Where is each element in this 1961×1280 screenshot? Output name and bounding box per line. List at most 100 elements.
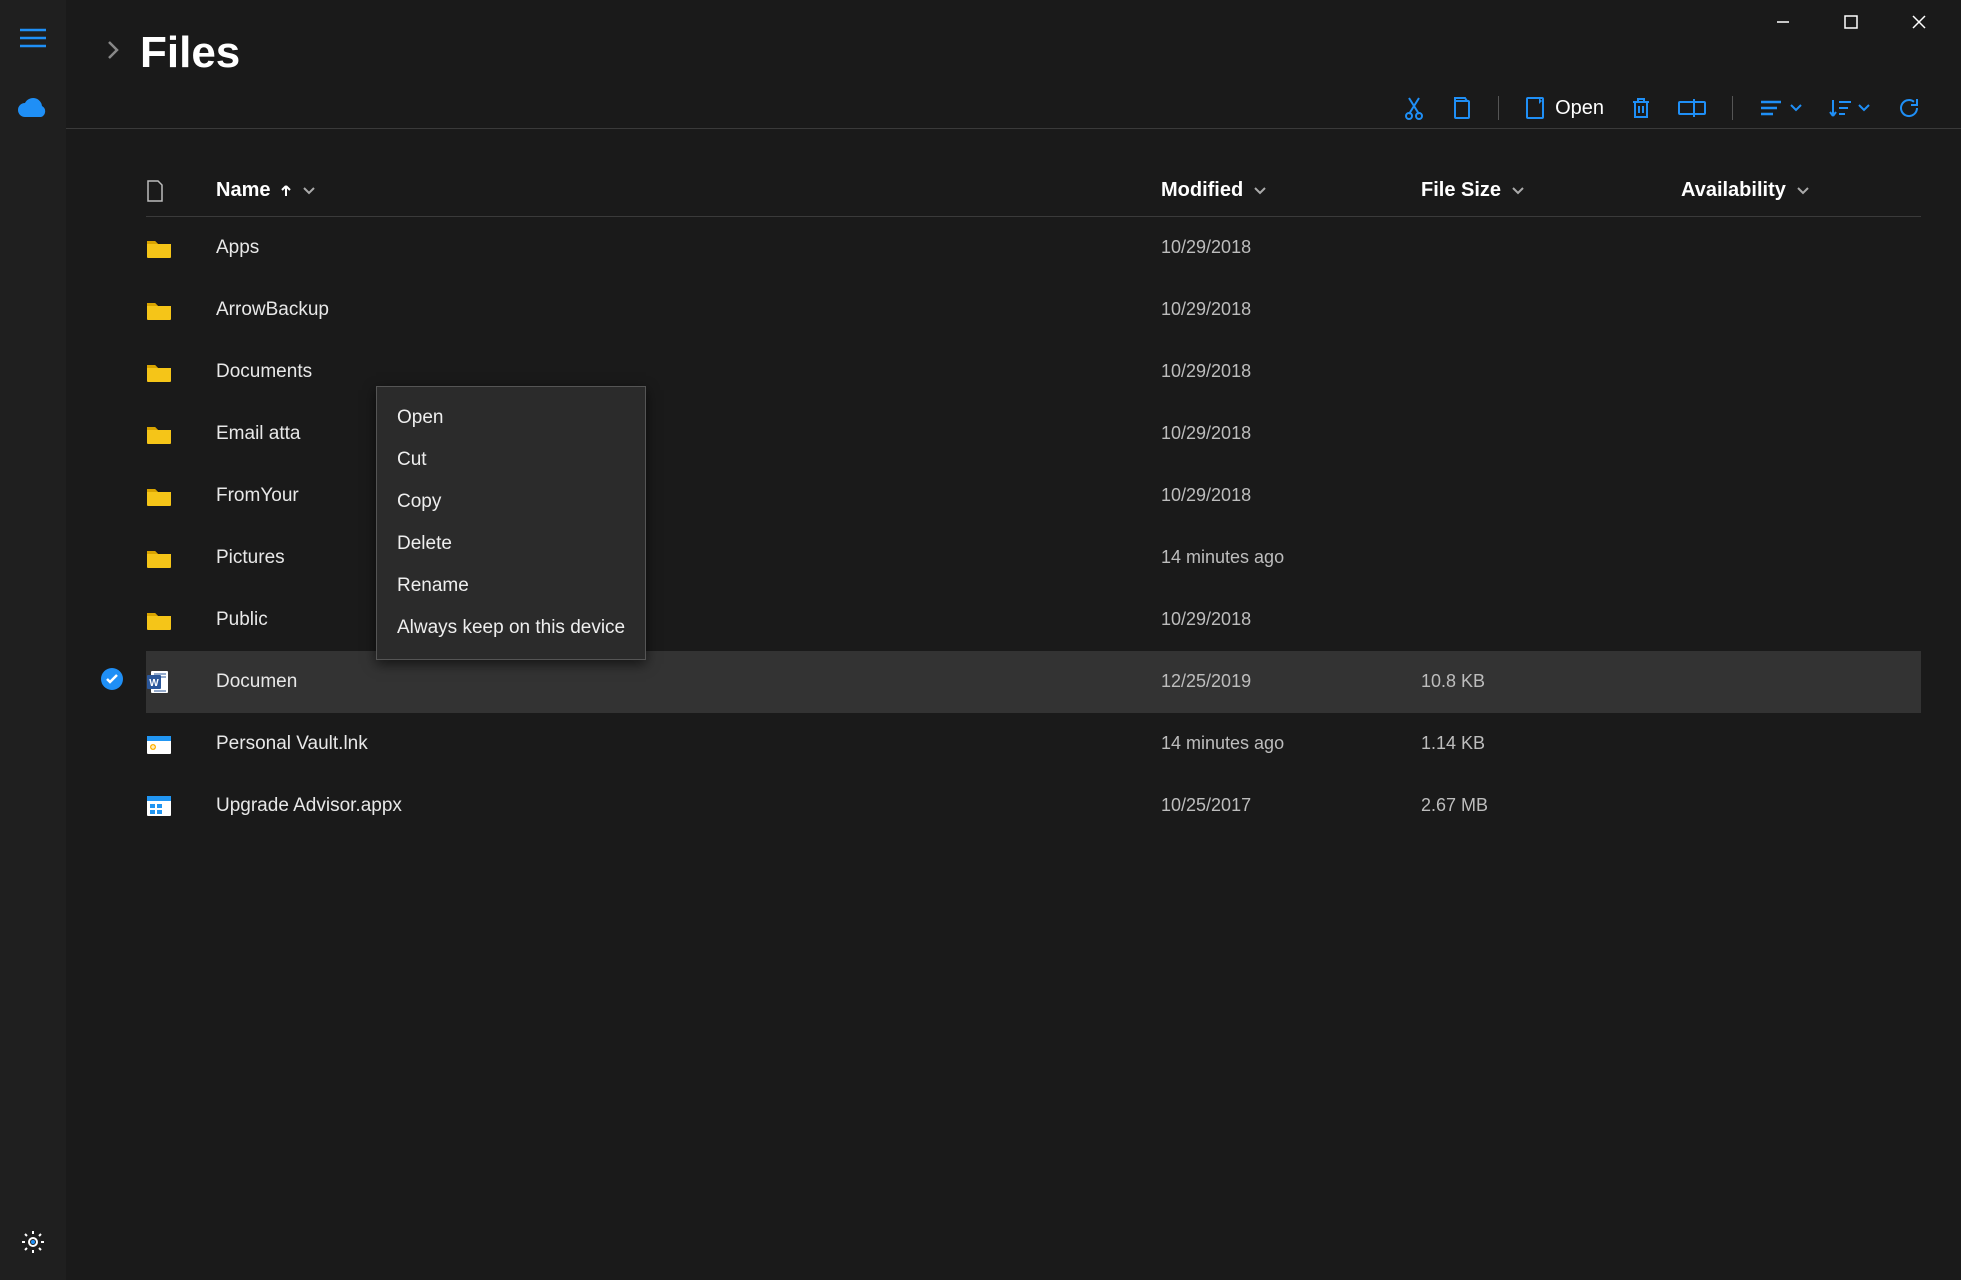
rename-button[interactable] <box>1678 98 1706 118</box>
row-name: Documen <box>216 671 1161 693</box>
chevron-down-icon <box>1789 103 1803 113</box>
icon-column-header[interactable] <box>146 180 216 202</box>
context-menu-open[interactable]: Open <box>377 397 645 439</box>
table-row[interactable]: WDocumen12/25/201910.8 KB <box>146 651 1921 713</box>
row-modified: 14 minutes ago <box>1161 547 1421 568</box>
row-modified: 10/29/2018 <box>1161 299 1421 320</box>
main-area: Files Open <box>66 0 1961 1280</box>
row-name: ArrowBackup <box>216 299 1161 321</box>
row-type-icon <box>146 361 216 383</box>
row-type-icon <box>146 547 216 569</box>
rename-icon <box>1678 98 1706 118</box>
toolbar: Open <box>66 96 1961 129</box>
app-root: Files Open <box>0 0 1961 1280</box>
row-type-icon <box>146 732 216 756</box>
minimize-icon <box>1776 15 1790 29</box>
close-icon <box>1912 15 1926 29</box>
row-type-icon <box>146 423 216 445</box>
context-menu: Open Cut Copy Delete Rename Always keep … <box>376 386 646 660</box>
row-name: Public <box>216 609 1161 631</box>
row-type-icon <box>146 237 216 259</box>
context-menu-copy[interactable]: Copy <box>377 481 645 523</box>
row-modified: 10/29/2018 <box>1161 237 1421 258</box>
copy-button[interactable] <box>1450 96 1472 120</box>
selected-check-icon <box>100 667 124 697</box>
context-menu-cut[interactable]: Cut <box>377 439 645 481</box>
view-options-dropdown[interactable] <box>1759 99 1803 117</box>
table-row[interactable]: Upgrade Advisor.appx10/25/20172.67 MB <box>146 775 1921 837</box>
refresh-icon <box>1897 96 1921 120</box>
file-list: Name Modified File Size Availability A <box>66 129 1961 1280</box>
chevron-down-icon <box>1511 186 1525 196</box>
hamburger-icon <box>20 28 46 48</box>
chevron-right-icon[interactable] <box>106 39 120 67</box>
row-modified: 14 minutes ago <box>1161 733 1421 754</box>
sort-asc-icon <box>280 184 292 198</box>
settings-button[interactable] <box>0 1218 66 1266</box>
chevron-down-icon <box>1796 186 1810 196</box>
maximize-button[interactable] <box>1833 8 1869 36</box>
row-name: Documents <box>216 361 1161 383</box>
toolbar-divider <box>1498 96 1499 120</box>
context-menu-rename[interactable]: Rename <box>377 565 645 607</box>
table-row[interactable]: ArrowBackup10/29/2018 <box>146 279 1921 341</box>
open-button-label: Open <box>1555 97 1604 120</box>
breadcrumb: Files <box>66 0 1961 78</box>
chevron-down-icon <box>1253 186 1267 196</box>
toolbar-divider <box>1732 96 1733 120</box>
row-name: Apps <box>216 237 1161 259</box>
row-name: Pictures <box>216 547 1161 569</box>
file-icon <box>146 180 164 202</box>
row-type-icon <box>146 485 216 507</box>
row-modified: 10/29/2018 <box>1161 361 1421 382</box>
scissors-icon <box>1404 96 1424 120</box>
window-controls <box>1765 0 1961 40</box>
row-type-icon <box>146 299 216 321</box>
row-modified: 10/29/2018 <box>1161 485 1421 506</box>
row-type-icon <box>146 795 216 817</box>
maximize-icon <box>1844 15 1858 29</box>
row-size: 1.14 KB <box>1421 733 1681 754</box>
hamburger-button[interactable] <box>0 14 66 62</box>
availability-column-label: Availability <box>1681 179 1786 202</box>
context-menu-delete[interactable]: Delete <box>377 523 645 565</box>
row-modified: 10/25/2017 <box>1161 795 1421 816</box>
open-button[interactable]: Open <box>1525 96 1604 120</box>
context-menu-always-keep[interactable]: Always keep on this device <box>377 607 645 649</box>
refresh-button[interactable] <box>1897 96 1921 120</box>
trash-icon <box>1630 96 1652 120</box>
row-name: Upgrade Advisor.appx <box>216 795 1161 817</box>
row-modified: 10/29/2018 <box>1161 609 1421 630</box>
onedrive-button[interactable] <box>0 84 66 132</box>
size-column-label: File Size <box>1421 179 1501 202</box>
cloud-icon <box>17 97 49 119</box>
close-button[interactable] <box>1901 8 1937 36</box>
table-row[interactable]: Apps10/29/2018 <box>146 217 1921 279</box>
column-headers: Name Modified File Size Availability <box>146 169 1921 217</box>
sort-options-dropdown[interactable] <box>1829 98 1871 118</box>
name-column-label: Name <box>216 179 270 202</box>
sidebar <box>0 0 66 1280</box>
availability-column-header[interactable]: Availability <box>1681 179 1921 202</box>
cut-button[interactable] <box>1404 96 1424 120</box>
row-size: 2.67 MB <box>1421 795 1681 816</box>
name-column-header[interactable]: Name <box>216 179 1161 202</box>
copy-icon <box>1450 96 1472 120</box>
modified-column-header[interactable]: Modified <box>1161 179 1421 202</box>
row-type-icon: W <box>146 669 216 695</box>
table-row[interactable]: Personal Vault.lnk14 minutes ago1.14 KB <box>146 713 1921 775</box>
page-title: Files <box>140 28 240 78</box>
size-column-header[interactable]: File Size <box>1421 179 1681 202</box>
open-icon <box>1525 96 1545 120</box>
row-modified: 12/25/2019 <box>1161 671 1421 692</box>
row-name: Personal Vault.lnk <box>216 733 1161 755</box>
row-modified: 10/29/2018 <box>1161 423 1421 444</box>
row-type-icon <box>146 609 216 631</box>
modified-column-label: Modified <box>1161 179 1243 202</box>
sort-icon <box>1829 98 1851 118</box>
delete-button[interactable] <box>1630 96 1652 120</box>
minimize-button[interactable] <box>1765 8 1801 36</box>
svg-text:W: W <box>149 678 159 689</box>
chevron-down-icon <box>302 186 316 196</box>
row-name: FromYour <box>216 485 1161 507</box>
